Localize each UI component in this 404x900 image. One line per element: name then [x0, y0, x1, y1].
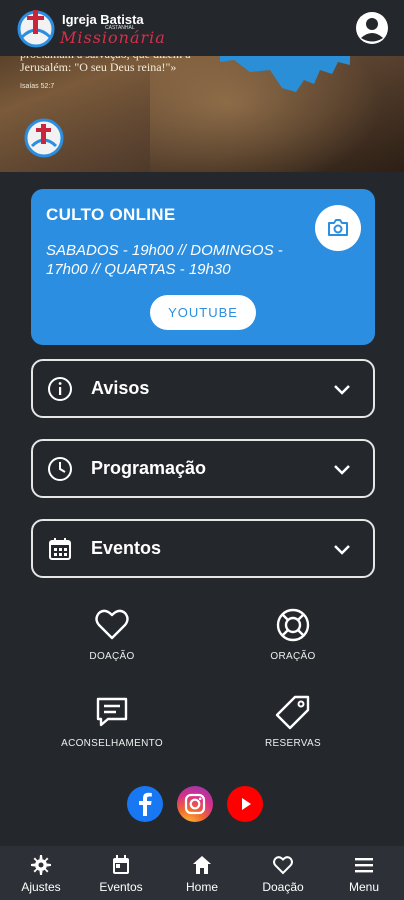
heart-icon	[95, 609, 129, 640]
chat-icon	[96, 697, 128, 727]
gear-icon	[31, 855, 51, 875]
church-logo-icon	[24, 118, 64, 158]
heart-icon	[273, 856, 293, 875]
tile-label: RESERVAS	[265, 738, 321, 749]
lifebuoy-icon	[276, 608, 310, 642]
accordion-avisos[interactable]: Avisos	[31, 359, 375, 418]
tile-oracao[interactable]: ORAÇÃO	[223, 607, 363, 662]
hero-verse-reference: Isaías 52:7	[20, 83, 55, 90]
culto-title: CULTO ONLINE	[46, 205, 176, 224]
nav-item-ajustes[interactable]: Ajustes	[1, 846, 81, 900]
nav-label: Doação	[262, 880, 304, 894]
clock-icon	[48, 457, 72, 481]
nav-label: Ajustes	[21, 880, 61, 894]
church-logo-icon	[17, 10, 55, 48]
accordion-label: Programação	[91, 458, 207, 478]
chevron-down-icon	[334, 465, 350, 475]
calendar-icon	[113, 855, 129, 874]
nav-label: Home	[185, 880, 218, 894]
youtube-button[interactable]: YOUTUBE	[150, 295, 256, 330]
calendar-icon	[49, 538, 71, 560]
accordion-label: Avisos	[91, 378, 150, 398]
hamburger-icon	[355, 858, 373, 873]
accordion-programacao[interactable]: Programação	[31, 439, 375, 498]
tile-aconselhamento[interactable]: ACONSELHAMENTO	[42, 694, 182, 749]
tile-label: ACONSELHAMENTO	[61, 738, 163, 749]
culto-schedule: SABADOS - 19h00 // DOMINGOS - 17h00 // Q…	[46, 242, 283, 278]
chevron-down-icon	[334, 385, 350, 395]
tile-reservas[interactable]: RESERVAS	[223, 694, 363, 749]
tile-label: ORAÇÃO	[270, 651, 316, 662]
nav-label: Menu	[348, 880, 380, 894]
culto-online-card: CULTO ONLINE SABADOS - 19h00 // DOMINGOS…	[31, 189, 375, 345]
top-app-bar: Igreja Batista CASTANHAL Missionária	[0, 0, 404, 56]
home-icon	[193, 856, 211, 874]
tag-icon	[275, 695, 310, 730]
nav-label: Eventos	[99, 880, 143, 894]
church-script-name: Missionária	[60, 28, 166, 47]
youtube-icon[interactable]	[227, 786, 263, 822]
nav-item-home[interactable]: Home	[162, 846, 242, 900]
info-icon	[48, 377, 72, 401]
accordion-label: Eventos	[91, 538, 162, 558]
camera-icon	[328, 219, 348, 236]
nav-item-eventos[interactable]: Eventos	[81, 846, 161, 900]
facebook-icon[interactable]	[127, 786, 163, 822]
chevron-down-icon	[334, 545, 350, 555]
instagram-icon[interactable]	[177, 786, 213, 822]
nav-item-doacao[interactable]: Doação	[243, 846, 323, 900]
nav-item-menu[interactable]: Menu	[324, 846, 404, 900]
accordion-eventos[interactable]: Eventos	[31, 519, 375, 578]
tile-doacao[interactable]: DOAÇÃO	[42, 607, 182, 662]
tile-label: DOAÇÃO	[89, 651, 135, 662]
camera-button[interactable]	[315, 205, 361, 251]
account-circle-icon[interactable]	[355, 11, 389, 45]
bottom-navigation: Ajustes Eventos Home Doação Menu	[0, 846, 404, 900]
